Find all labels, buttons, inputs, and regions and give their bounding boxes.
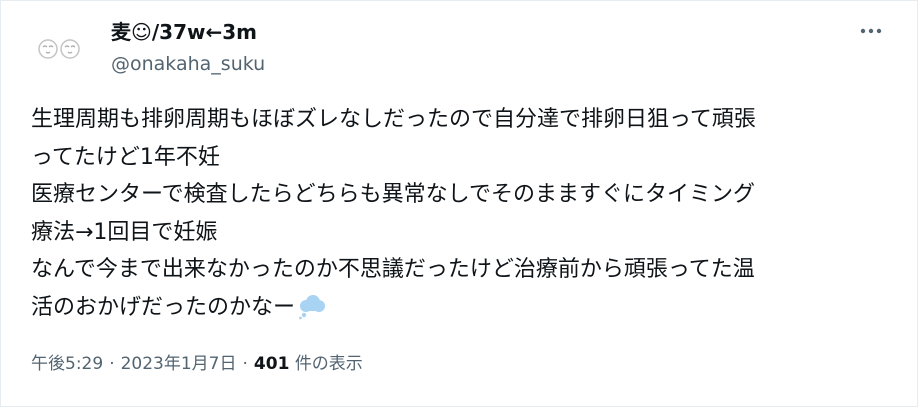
tweet-text-line: ってたけど1年不妊 — [31, 144, 220, 170]
sleepy-face-avatar-icon — [38, 39, 80, 59]
tweet-meta: 午後5:29 · 2023年1月7日 · 401 件の表示 — [31, 352, 363, 376]
author-display-name[interactable]: 麦☺/37w←3m — [111, 19, 265, 45]
tweet-text-line-last: 活のおかげだったのかなー — [31, 289, 891, 333]
meta-separator: · — [242, 354, 248, 374]
tweet-text-line: 生理周期も排卵周期もほぼズレなしだったので自分達で排卵日狙って頑張 — [31, 107, 756, 132]
tweet-time[interactable]: 午後5:29 · 2023年1月7日 — [31, 354, 237, 374]
tweet-text-line: 療法→1回目で妊娠 — [31, 219, 218, 245]
tweet-text-line: 医療センターで検査したらどちらも異常なしでそのまますぐにタイミング — [31, 182, 756, 207]
more-options-button[interactable] — [853, 17, 889, 45]
meta-separator: · — [109, 354, 115, 374]
tweet-card: 麦☺/37w←3m @onakaha_suku 生理周期も排卵周期もほぼズレなし… — [0, 0, 918, 407]
views-count: 401 — [253, 354, 290, 374]
author-names: 麦☺/37w←3m @onakaha_suku — [111, 19, 265, 77]
views-label: 件の表示 — [294, 354, 363, 374]
tweet-header: 麦☺/37w←3m @onakaha_suku — [31, 15, 889, 77]
tweet-text-line: なんで今まで出来なかったのか不思議だったけど治療前から頑張ってた温 — [31, 257, 755, 282]
tweet-text: 生理周期も排卵周期もほぼズレなしだったので自分達で排卵日狙って頑張 ってたけど1… — [31, 101, 891, 332]
author-handle[interactable]: @onakaha_suku — [111, 51, 265, 77]
author-avatar[interactable] — [31, 21, 87, 77]
tweet-text-line: 活のおかげだったのかなー — [31, 294, 296, 320]
thought-balloon-icon — [297, 294, 327, 333]
tweet-time-value: 午後5:29 — [31, 354, 104, 374]
more-horizontal-icon — [860, 28, 882, 34]
tweet-date: 2023年1月7日 — [120, 354, 237, 374]
